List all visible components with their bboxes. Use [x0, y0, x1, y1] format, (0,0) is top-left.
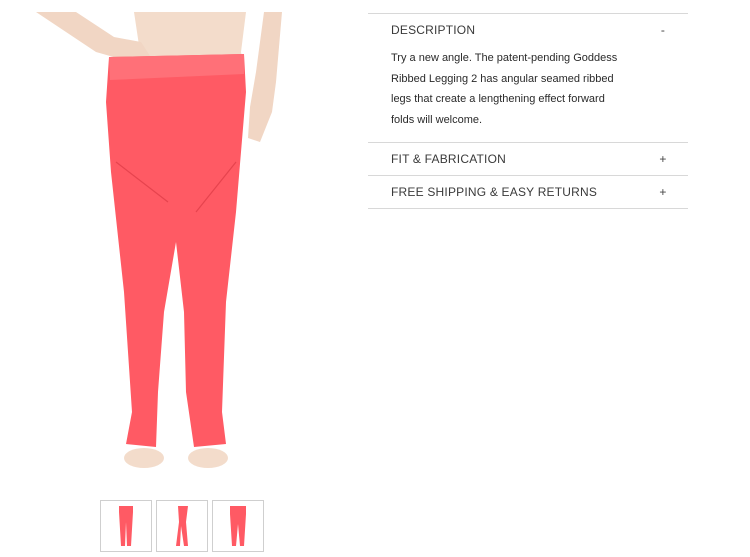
collapse-icon[interactable]: -	[658, 23, 668, 37]
accordion-title: DESCRIPTION	[391, 23, 476, 37]
thumbnail-front[interactable]	[100, 500, 152, 552]
expand-icon[interactable]: +	[658, 152, 668, 166]
product-info-accordion: DESCRIPTION - Try a new angle. The paten…	[368, 13, 688, 209]
thumbnail-side[interactable]	[156, 500, 208, 552]
accordion-description: DESCRIPTION - Try a new angle. The paten…	[368, 13, 688, 142]
accordion-header-fit-fabrication[interactable]: FIT & FABRICATION +	[368, 143, 688, 175]
thumbnail-back[interactable]	[212, 500, 264, 552]
accordion-shipping-returns: FREE SHIPPING & EASY RETURNS +	[368, 175, 688, 209]
accordion-header-description[interactable]: DESCRIPTION -	[368, 14, 688, 46]
product-gallery	[0, 0, 370, 557]
accordion-header-shipping-returns[interactable]: FREE SHIPPING & EASY RETURNS +	[368, 176, 688, 208]
expand-icon[interactable]: +	[658, 185, 668, 199]
accordion-title: FREE SHIPPING & EASY RETURNS	[391, 185, 598, 199]
product-main-image[interactable]	[36, 12, 346, 482]
accordion-fit-fabrication: FIT & FABRICATION +	[368, 142, 688, 175]
description-text: Try a new angle. The patent-pending Godd…	[391, 52, 618, 126]
accordion-title: FIT & FABRICATION	[391, 152, 506, 166]
thumbnail-strip	[100, 500, 264, 552]
